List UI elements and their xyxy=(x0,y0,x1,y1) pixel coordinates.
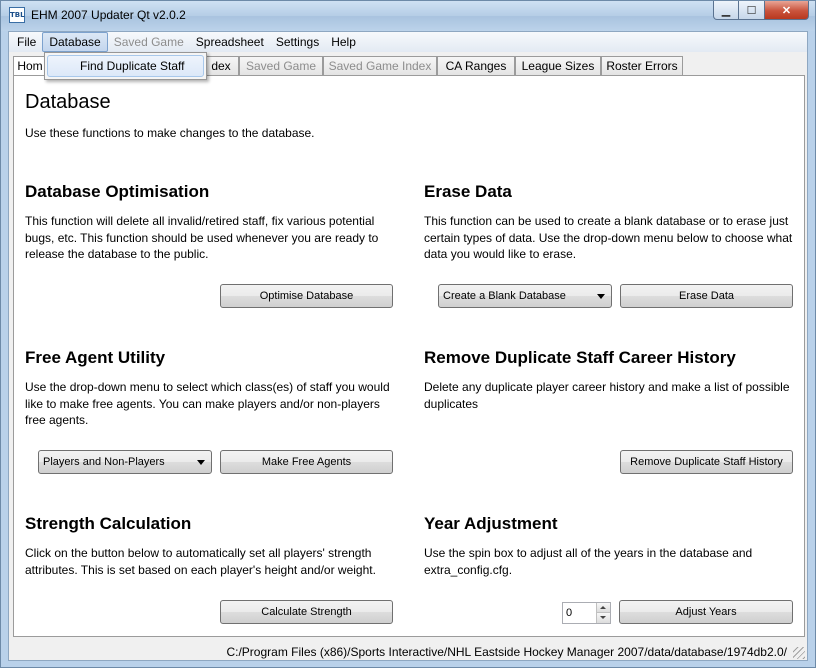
client-area: File Database Saved Game Spreadsheet Set… xyxy=(8,31,808,661)
year-description: Use the spin box to adjust all of the ye… xyxy=(424,546,753,577)
maximize-icon: ☐ xyxy=(746,4,757,17)
arrow-up-icon xyxy=(600,606,606,609)
database-path: C:/Program Files (x86)/Sports Interactiv… xyxy=(226,645,787,659)
year-spinbox[interactable]: 0 xyxy=(562,602,611,624)
divider xyxy=(25,504,395,505)
status-bar: C:/Program Files (x86)/Sports Interactiv… xyxy=(9,642,807,661)
tab-saved-game[interactable]: Saved Game xyxy=(239,56,323,76)
close-button[interactable]: ✕ xyxy=(765,1,809,20)
app-logo-icon: TBL xyxy=(9,7,25,23)
erase-type-value: Create a Blank Database xyxy=(443,290,566,302)
year-spin-value: 0 xyxy=(566,607,573,619)
resize-grip-icon[interactable] xyxy=(793,647,805,659)
window-title: EHM 2007 Updater Qt v2.0.2 xyxy=(31,8,186,22)
maximize-button[interactable]: ☐ xyxy=(739,1,765,20)
optimise-database-button[interactable]: Optimise Database xyxy=(220,284,393,308)
app-window: TBL EHM 2007 Updater Qt v2.0.2 ▁ ☐ ✕ Fil… xyxy=(0,0,816,668)
arrow-down-icon xyxy=(600,616,606,619)
strength-description: Click on the button below to automatical… xyxy=(25,546,376,577)
spin-down-button[interactable] xyxy=(596,613,610,623)
close-icon: ✕ xyxy=(781,4,792,17)
divider xyxy=(25,338,395,339)
optimise-heading: Database Optimisation xyxy=(25,182,210,201)
spin-up-button[interactable] xyxy=(596,603,610,613)
minimize-icon: ▁ xyxy=(721,4,731,17)
menu-settings[interactable]: Settings xyxy=(270,32,325,52)
tab-home[interactable]: Hom xyxy=(13,56,47,77)
tab-index[interactable]: dex xyxy=(203,56,239,76)
make-free-agents-button[interactable]: Make Free Agents xyxy=(220,450,393,474)
optimise-description: This function will delete all invalid/re… xyxy=(25,214,379,261)
erase-type-select[interactable]: Create a Blank Database xyxy=(438,284,612,308)
free-agent-class-value: Players and Non-Players xyxy=(43,456,165,468)
strength-heading: Strength Calculation xyxy=(25,514,192,533)
divider xyxy=(424,504,794,505)
free-agent-heading: Free Agent Utility xyxy=(25,348,166,367)
chevron-down-icon xyxy=(597,294,605,299)
calculate-strength-button[interactable]: Calculate Strength xyxy=(220,600,393,624)
tab-saved-game-index[interactable]: Saved Game Index xyxy=(323,56,437,76)
minimize-button[interactable]: ▁ xyxy=(713,1,739,20)
menu-file[interactable]: File xyxy=(11,32,42,52)
menu-bar: File Database Saved Game Spreadsheet Set… xyxy=(9,32,807,52)
divider xyxy=(25,172,395,173)
year-heading: Year Adjustment xyxy=(424,514,558,533)
tab-roster-errors[interactable]: Roster Errors xyxy=(601,56,683,76)
database-menu-dropdown: Find Duplicate Staff xyxy=(44,52,207,80)
duplicate-heading: Remove Duplicate Staff Career History xyxy=(424,348,736,367)
menu-help[interactable]: Help xyxy=(325,32,362,52)
menu-item-find-duplicate-staff[interactable]: Find Duplicate Staff xyxy=(47,55,204,77)
page-title: Database xyxy=(25,91,111,113)
menu-database[interactable]: Database xyxy=(42,32,108,52)
adjust-years-button[interactable]: Adjust Years xyxy=(619,600,793,624)
duplicate-description: Delete any duplicate player career histo… xyxy=(424,380,790,411)
divider xyxy=(424,172,794,173)
menu-spreadsheet[interactable]: Spreadsheet xyxy=(190,32,270,52)
divider xyxy=(424,338,794,339)
remove-duplicate-history-button[interactable]: Remove Duplicate Staff History xyxy=(620,450,793,474)
erase-description: This function can be used to create a bl… xyxy=(424,214,793,261)
free-agent-class-select[interactable]: Players and Non-Players xyxy=(38,450,212,474)
erase-data-button[interactable]: Erase Data xyxy=(620,284,793,308)
menu-saved-game[interactable]: Saved Game xyxy=(108,32,190,52)
chevron-down-icon xyxy=(197,460,205,465)
free-agent-description: Use the drop-down menu to select which c… xyxy=(25,380,390,427)
title-bar[interactable]: TBL EHM 2007 Updater Qt v2.0.2 ▁ ☐ ✕ xyxy=(1,1,815,31)
erase-heading: Erase Data xyxy=(424,182,512,201)
page-intro: Use these functions to make changes to t… xyxy=(25,126,315,140)
tab-league-sizes[interactable]: League Sizes xyxy=(515,56,601,76)
database-panel: Database Use these functions to make cha… xyxy=(13,75,805,637)
tab-ca-ranges[interactable]: CA Ranges xyxy=(437,56,515,76)
window-controls: ▁ ☐ ✕ xyxy=(713,1,809,21)
